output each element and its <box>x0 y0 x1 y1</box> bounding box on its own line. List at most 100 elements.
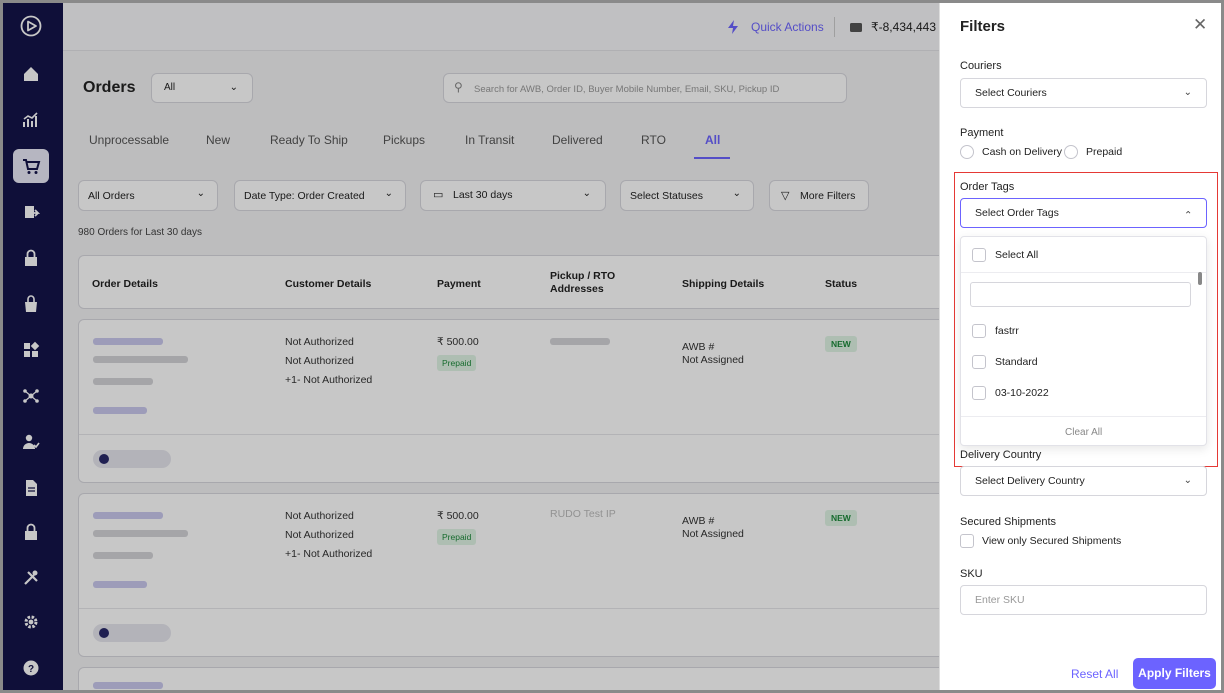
column-header: Shipping Details <box>682 278 765 290</box>
channel <box>93 378 153 385</box>
column-header: Status <box>825 278 858 290</box>
date-type-select[interactable]: Date Type: Order Created ⌄ <box>234 180 406 211</box>
logo-icon[interactable] <box>20 15 42 37</box>
order-type-select[interactable]: All Orders ⌄ <box>78 180 218 211</box>
document-icon[interactable] <box>20 477 42 499</box>
search-input[interactable]: ⚲ Search for AWB, Order ID, Buyer Mobile… <box>443 73 847 103</box>
lock2-icon[interactable] <box>20 521 42 543</box>
bag-icon[interactable] <box>20 293 42 315</box>
couriers-label: Couriers <box>960 60 1002 72</box>
cod-radio[interactable] <box>960 145 974 159</box>
payment-mode-badge: Prepaid <box>437 529 477 545</box>
secured-checkbox[interactable] <box>960 534 974 548</box>
orders-main: Quick Actions ₹-8,434,443 Orders All ⌄ ⚲… <box>63 3 939 690</box>
lock-icon[interactable] <box>20 247 42 269</box>
returns-icon[interactable] <box>20 201 42 223</box>
settings-icon[interactable] <box>20 611 42 633</box>
status-badge: NEW <box>825 336 857 352</box>
status-select[interactable]: Select Statuses ⌄ <box>620 180 754 211</box>
search-placeholder: Search for AWB, Order ID, Buyer Mobile N… <box>474 84 780 95</box>
secured-label: Secured Shipments <box>960 516 1056 528</box>
order-id[interactable] <box>93 682 163 689</box>
customer-email: Not Authorized <box>285 355 354 367</box>
tag-checkbox-standard[interactable] <box>972 355 986 369</box>
tag-option: fastrr <box>995 325 1019 337</box>
prepaid-label: Prepaid <box>1086 146 1123 158</box>
analytics-icon[interactable] <box>20 109 42 131</box>
apps-icon[interactable] <box>20 339 42 361</box>
wallet-balance[interactable]: ₹-8,434,443 <box>871 20 936 34</box>
secured-option-label: View only Secured Shipments <box>982 535 1122 547</box>
order-id[interactable] <box>93 512 163 519</box>
divider <box>834 17 835 37</box>
bolt-icon <box>725 19 741 40</box>
user-check-icon[interactable] <box>20 431 42 453</box>
tools-icon[interactable] <box>20 567 42 589</box>
tab-rto[interactable]: RTO <box>641 133 666 147</box>
tab-pickups[interactable]: Pickups <box>383 133 425 147</box>
row-divider <box>79 608 939 609</box>
clear-all-button[interactable]: Clear All <box>1065 427 1102 438</box>
order-date <box>93 530 188 537</box>
sku-placeholder: Enter SKU <box>975 594 1025 606</box>
tab-unprocessable[interactable]: Unprocessable <box>89 133 169 147</box>
cod-label: Cash on Delivery <box>982 146 1062 158</box>
customer-phone: +1- Not Authorized <box>285 548 373 560</box>
awb-value: Not Assigned <box>682 354 744 366</box>
row-divider <box>79 434 939 435</box>
scrollbar-thumb[interactable] <box>1198 272 1202 285</box>
order-tags-dropdown: Select All fastrr Standard 03-10-2022 Cl… <box>960 236 1207 446</box>
order-tags-label: Order Tags <box>960 181 1015 193</box>
quick-actions-button[interactable]: Quick Actions <box>751 20 824 34</box>
more-filters-button[interactable]: ▽ More Filters <box>769 180 869 211</box>
awb-value: Not Assigned <box>682 528 744 540</box>
home-icon[interactable] <box>20 63 42 85</box>
divider <box>961 416 1206 417</box>
divider <box>961 272 1206 273</box>
package-details-link[interactable] <box>93 581 147 588</box>
date-range-value: Last 30 days <box>453 189 513 201</box>
order-tags-select[interactable]: Select Order Tags ⌄ <box>960 198 1207 228</box>
calendar-icon: ▭ <box>433 189 444 201</box>
chevron-down-icon: ⌄ <box>1183 87 1192 98</box>
table-row[interactable]: Not Authorized Not Authorized +1- Not Au… <box>78 493 939 657</box>
delivery-country-select[interactable]: Select Delivery Country ⌄ <box>960 466 1207 496</box>
date-range-select[interactable]: ▭ Last 30 days ⌄ <box>420 180 606 211</box>
scope-value: All <box>164 82 176 93</box>
tab-in-transit[interactable]: In Transit <box>465 133 514 147</box>
select-all-checkbox[interactable] <box>972 248 986 262</box>
cart-icon[interactable] <box>13 149 49 183</box>
apply-filters-button[interactable]: Apply Filters <box>1133 658 1216 689</box>
order-id[interactable] <box>93 338 163 345</box>
reset-all-button[interactable]: Reset All <box>1071 667 1118 681</box>
tag-checkbox-date[interactable] <box>972 386 986 400</box>
prepaid-radio[interactable] <box>1064 145 1078 159</box>
customer-phone: +1- Not Authorized <box>285 374 373 386</box>
sku-input[interactable]: Enter SKU <box>960 585 1207 615</box>
tag-option: Standard <box>995 356 1038 368</box>
sidebar: ? <box>3 3 63 690</box>
scope-select[interactable]: All ⌄ <box>151 73 253 103</box>
page-title: Orders <box>83 79 136 96</box>
awb-label: AWB # <box>682 341 715 353</box>
customer-name: Not Authorized <box>285 510 354 522</box>
tag-checkbox-fastrr[interactable] <box>972 324 986 338</box>
close-icon[interactable]: ✕ <box>1193 15 1207 35</box>
tab-all[interactable]: All <box>705 133 720 147</box>
chevron-down-icon: ⌄ <box>384 188 393 199</box>
tag-search-input[interactable] <box>970 282 1191 307</box>
filters-panel: Filters ✕ Couriers Select Couriers ⌄ Pay… <box>939 3 1221 690</box>
help-icon[interactable]: ? <box>20 657 42 679</box>
table-row[interactable] <box>78 667 939 690</box>
tab-delivered[interactable]: Delivered <box>552 133 603 147</box>
package-details-link[interactable] <box>93 407 147 414</box>
network-icon[interactable] <box>20 385 42 407</box>
table-row[interactable]: Not Authorized Not Authorized +1- Not Au… <box>78 319 939 483</box>
tab-new[interactable]: New <box>206 133 230 147</box>
date-type-value: Date Type: Order Created <box>244 190 365 202</box>
tab-ready-to-ship[interactable]: Ready To Ship <box>270 133 348 147</box>
chevron-up-icon: ⌄ <box>1183 208 1192 219</box>
payment-label: Payment <box>960 127 1004 139</box>
couriers-select[interactable]: Select Couriers ⌄ <box>960 78 1207 108</box>
chevron-down-icon: ⌄ <box>229 82 238 93</box>
